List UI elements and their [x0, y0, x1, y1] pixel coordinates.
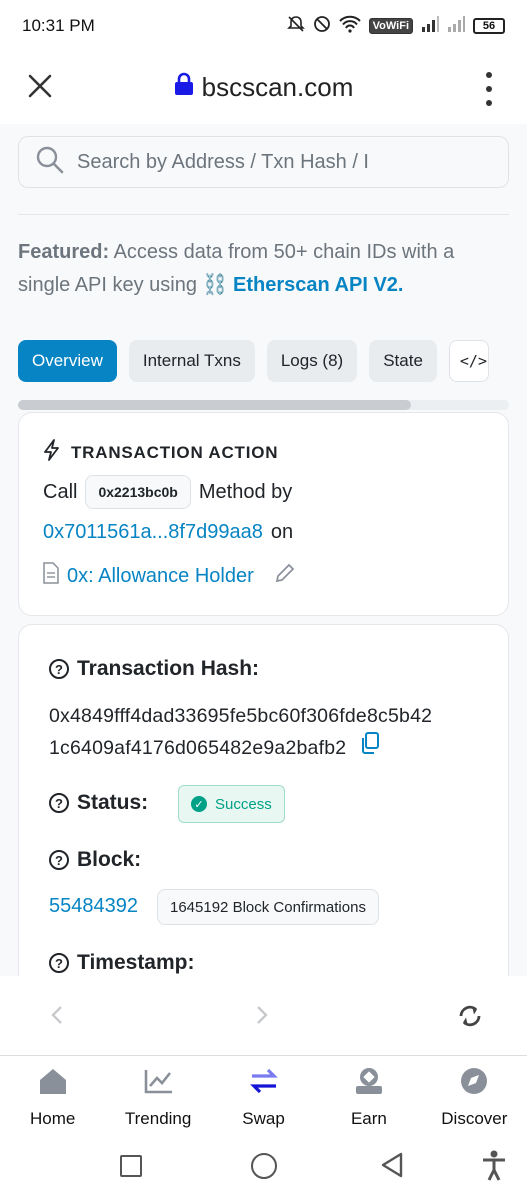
featured-label: Featured:	[18, 241, 110, 263]
confirmations-badge: 1645192 Block Confirmations	[157, 889, 379, 925]
url-text: bscscan.com	[201, 72, 354, 102]
tab-internal-txns[interactable]: Internal Txns	[128, 340, 255, 382]
lock-icon	[174, 72, 194, 103]
mute-icon	[286, 15, 305, 38]
bottom-tab-trending[interactable]: Trending	[105, 1057, 210, 1137]
tabs-scrollbar-thumb[interactable]	[18, 400, 411, 410]
timestamp-label: ? Timestamp:	[49, 951, 194, 975]
forward-icon[interactable]	[255, 1004, 269, 1031]
system-back-icon[interactable]	[380, 1151, 404, 1184]
url-display[interactable]: bscscan.com	[0, 72, 527, 103]
from-row: 0x7011561a...8f7d99aa8 on	[43, 521, 294, 544]
system-navigation-bar	[0, 1137, 527, 1200]
home-button-icon[interactable]	[251, 1153, 277, 1179]
tabs-scrollbar[interactable]	[18, 400, 509, 410]
bottom-tab-earn[interactable]: Earn	[316, 1057, 421, 1137]
transaction-details-card: ? Transaction Hash: 0x4849fff4dad33695fe…	[18, 624, 509, 976]
signal-icon	[421, 15, 439, 37]
help-icon[interactable]: ?	[49, 793, 69, 813]
status-label: ? Status:	[49, 791, 148, 815]
status-bar: 10:31 PM VoWiFi 56	[0, 0, 527, 52]
battery-indicator: 56	[473, 18, 505, 34]
help-icon[interactable]: ?	[49, 850, 69, 870]
back-icon[interactable]	[50, 1004, 64, 1031]
earn-icon	[353, 1066, 385, 1101]
recent-apps-icon[interactable]	[120, 1155, 142, 1177]
call-row: Call 0x2213bc0b Method by	[43, 475, 292, 509]
featured-banner: Featured: Access data from 50+ chain IDs…	[18, 236, 488, 302]
bottom-tab-home[interactable]: Home	[0, 1057, 105, 1137]
from-address-link[interactable]: 0x7011561a...8f7d99aa8	[43, 521, 263, 544]
transaction-action-card: TRANSACTION ACTION Call 0x2213bc0b Metho…	[18, 412, 509, 616]
refresh-icon[interactable]	[456, 1002, 484, 1035]
status-badge: ✓ Success	[178, 785, 285, 823]
bottom-tab-swap[interactable]: Swap	[211, 1057, 316, 1137]
search-input[interactable]: Search by Address / Txn Hash / I	[18, 136, 509, 188]
vowifi-badge: VoWiFi	[368, 18, 413, 34]
tab-code[interactable]: </>	[448, 340, 489, 382]
discover-icon	[458, 1066, 490, 1101]
page-content: Search by Address / Txn Hash / I Feature…	[0, 124, 527, 976]
accessibility-icon[interactable]	[481, 1150, 507, 1187]
dnd-icon	[313, 15, 331, 38]
check-circle-icon: ✓	[191, 796, 207, 812]
bottom-tab-discover[interactable]: Discover	[422, 1057, 527, 1137]
etherscan-api-link[interactable]: Etherscan API V2.	[233, 274, 403, 296]
transaction-action-title: TRANSACTION ACTION	[43, 439, 278, 466]
trending-icon	[142, 1066, 174, 1101]
wifi-icon	[338, 15, 361, 38]
home-icon	[37, 1066, 69, 1101]
contract-link[interactable]: 0x: Allowance Holder	[67, 565, 254, 588]
help-icon[interactable]: ?	[49, 659, 69, 679]
swap-icon	[248, 1066, 280, 1101]
block-label: ? Block:	[49, 848, 141, 872]
chain-link-icon: ⛓️	[202, 274, 228, 296]
copy-icon[interactable]	[360, 732, 380, 764]
tab-state[interactable]: State	[369, 340, 437, 382]
contract-row: 0x: Allowance Holder	[43, 562, 296, 590]
tab-bar: Overview Internal Txns Logs (8) State </…	[18, 340, 489, 382]
tab-overview[interactable]: Overview	[18, 340, 117, 382]
lightning-icon	[43, 439, 61, 466]
status-time: 10:31 PM	[22, 16, 95, 35]
overflow-menu-icon[interactable]	[483, 72, 495, 106]
edit-icon[interactable]	[274, 562, 296, 590]
hash-label: ? Transaction Hash:	[49, 657, 259, 681]
help-icon[interactable]: ?	[49, 953, 69, 973]
bottom-tab-bar: Home Trending Swap Earn Discover	[0, 1057, 527, 1137]
divider	[18, 214, 509, 215]
tab-logs[interactable]: Logs (8)	[266, 340, 358, 382]
browser-nav-row	[0, 976, 527, 1056]
document-icon	[43, 562, 59, 590]
search-placeholder: Search by Address / Txn Hash / I	[77, 150, 369, 173]
browser-toolbar: bscscan.com	[0, 52, 527, 124]
signal-2-icon	[447, 15, 465, 37]
transaction-hash: 0x4849fff4dad33695fe5bc60f306fde8c5b42 1…	[49, 701, 489, 764]
block-number-link[interactable]: 55484392	[49, 895, 138, 918]
method-id-badge: 0x2213bc0b	[85, 475, 191, 509]
search-icon	[35, 145, 65, 180]
